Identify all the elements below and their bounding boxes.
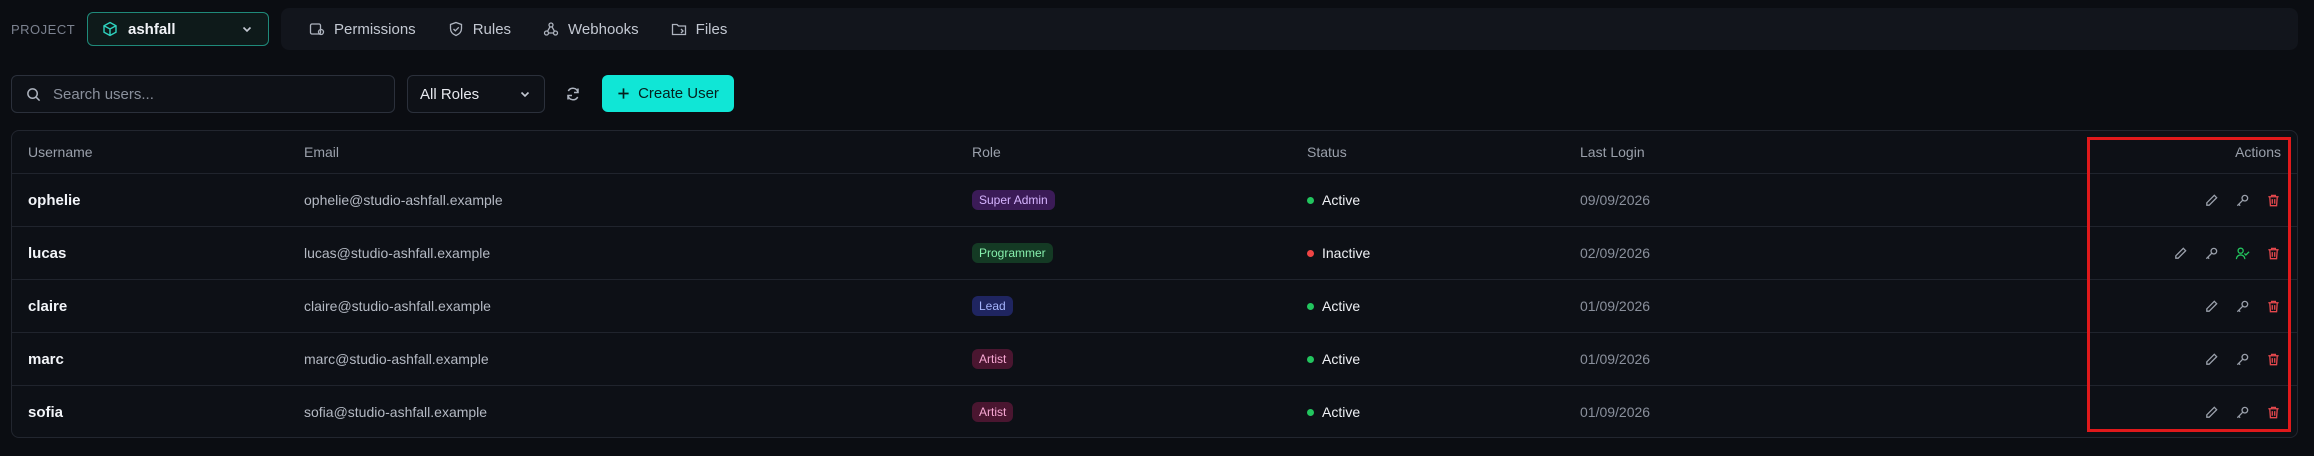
role-badge: Super Admin bbox=[972, 189, 1055, 211]
folder-icon bbox=[671, 21, 687, 37]
webhook-icon bbox=[543, 21, 559, 37]
email: sofia@studio-ashfall.example bbox=[304, 404, 488, 420]
column-last-login: Last Login bbox=[1580, 144, 1645, 160]
last-login: 01/09/2026 bbox=[1580, 351, 1651, 367]
table-header: Username Email Role Status Last Login Ac… bbox=[12, 131, 2297, 173]
table-row: claire claire@studio-ashfall.example Lea… bbox=[12, 279, 2297, 332]
project-selector[interactable]: ashfall bbox=[87, 12, 269, 46]
column-username: Username bbox=[28, 144, 93, 160]
status-dot bbox=[1307, 355, 1314, 363]
trash-icon[interactable] bbox=[2266, 352, 2281, 367]
role-badge: Programmer bbox=[972, 242, 1053, 264]
email: marc@studio-ashfall.example bbox=[304, 351, 489, 367]
status-indicator: Active bbox=[1307, 351, 1360, 367]
email: lucas@studio-ashfall.example bbox=[304, 245, 491, 261]
project-label: PROJECT bbox=[11, 22, 76, 37]
row-actions bbox=[2204, 386, 2281, 437]
refresh-icon bbox=[565, 86, 581, 102]
role-badge: Artist bbox=[972, 401, 1014, 423]
edit-icon[interactable] bbox=[2204, 405, 2219, 420]
table-row: marc marc@studio-ashfall.example Artist … bbox=[12, 332, 2297, 385]
activate-user-icon[interactable] bbox=[2235, 246, 2250, 261]
row-actions bbox=[2204, 174, 2281, 226]
last-login: 09/09/2026 bbox=[1580, 192, 1651, 208]
column-actions: Actions bbox=[2235, 144, 2281, 160]
trash-icon[interactable] bbox=[2266, 246, 2281, 261]
column-email: Email bbox=[304, 144, 340, 160]
username: claire bbox=[28, 297, 68, 315]
project-nav: Permissions Rules Webhooks Files bbox=[281, 8, 2298, 50]
last-login: 01/09/2026 bbox=[1580, 404, 1651, 420]
users-table: Username Email Role Status Last Login Ac… bbox=[11, 130, 2298, 438]
trash-icon[interactable] bbox=[2266, 193, 2281, 208]
email: ophelie@studio-ashfall.example bbox=[304, 192, 503, 208]
status-indicator: Inactive bbox=[1307, 245, 1370, 261]
status-indicator: Active bbox=[1307, 298, 1360, 314]
username: marc bbox=[28, 350, 64, 368]
status-dot bbox=[1307, 196, 1314, 204]
status-dot bbox=[1307, 249, 1314, 257]
edit-icon[interactable] bbox=[2204, 193, 2219, 208]
search-input[interactable] bbox=[53, 85, 373, 103]
chevron-down-icon bbox=[240, 22, 254, 36]
status-indicator: Active bbox=[1307, 404, 1360, 420]
last-login: 02/09/2026 bbox=[1580, 245, 1651, 261]
trash-icon[interactable] bbox=[2266, 299, 2281, 314]
create-user-button[interactable]: Create User bbox=[602, 75, 734, 112]
email: claire@studio-ashfall.example bbox=[304, 298, 491, 314]
plus-icon bbox=[617, 87, 630, 100]
username: lucas bbox=[28, 244, 67, 262]
key-icon[interactable] bbox=[2235, 405, 2250, 420]
key-icon[interactable] bbox=[2235, 352, 2250, 367]
edit-icon[interactable] bbox=[2173, 246, 2188, 261]
chevron-down-icon bbox=[518, 87, 532, 101]
refresh-button[interactable] bbox=[558, 80, 588, 108]
search-icon bbox=[26, 87, 41, 102]
key-icon[interactable] bbox=[2235, 299, 2250, 314]
shield-icon bbox=[448, 21, 464, 37]
table-row: ophelie ophelie@studio-ashfall.example S… bbox=[12, 173, 2297, 226]
permissions-icon bbox=[309, 21, 325, 37]
table-row: lucas lucas@studio-ashfall.example Progr… bbox=[12, 226, 2297, 279]
last-login: 01/09/2026 bbox=[1580, 298, 1651, 314]
role-badge: Artist bbox=[972, 348, 1014, 370]
table-row: sofia sofia@studio-ashfall.example Artis… bbox=[12, 385, 2297, 437]
status-dot bbox=[1307, 302, 1314, 310]
role-badge: Lead bbox=[972, 295, 1013, 317]
trash-icon[interactable] bbox=[2266, 405, 2281, 420]
edit-icon[interactable] bbox=[2204, 299, 2219, 314]
column-role: Role bbox=[972, 144, 1001, 160]
key-icon[interactable] bbox=[2204, 246, 2219, 261]
username: sofia bbox=[28, 403, 64, 421]
username: ophelie bbox=[28, 191, 81, 209]
nav-webhooks[interactable]: Webhooks bbox=[533, 15, 649, 44]
column-status: Status bbox=[1307, 144, 1347, 160]
status-indicator: Active bbox=[1307, 192, 1360, 208]
key-icon[interactable] bbox=[2235, 193, 2250, 208]
project-name: ashfall bbox=[128, 20, 176, 38]
role-filter-select[interactable]: All Roles bbox=[407, 75, 545, 113]
edit-icon[interactable] bbox=[2204, 352, 2219, 367]
cube-icon bbox=[102, 21, 118, 37]
nav-files[interactable]: Files bbox=[661, 15, 738, 44]
row-actions bbox=[2204, 333, 2281, 385]
nav-permissions[interactable]: Permissions bbox=[299, 15, 426, 44]
status-dot bbox=[1307, 408, 1314, 416]
row-actions bbox=[2173, 227, 2281, 279]
role-filter-value: All Roles bbox=[420, 85, 480, 103]
search-box bbox=[11, 75, 395, 113]
row-actions bbox=[2204, 280, 2281, 332]
nav-rules[interactable]: Rules bbox=[438, 15, 521, 44]
